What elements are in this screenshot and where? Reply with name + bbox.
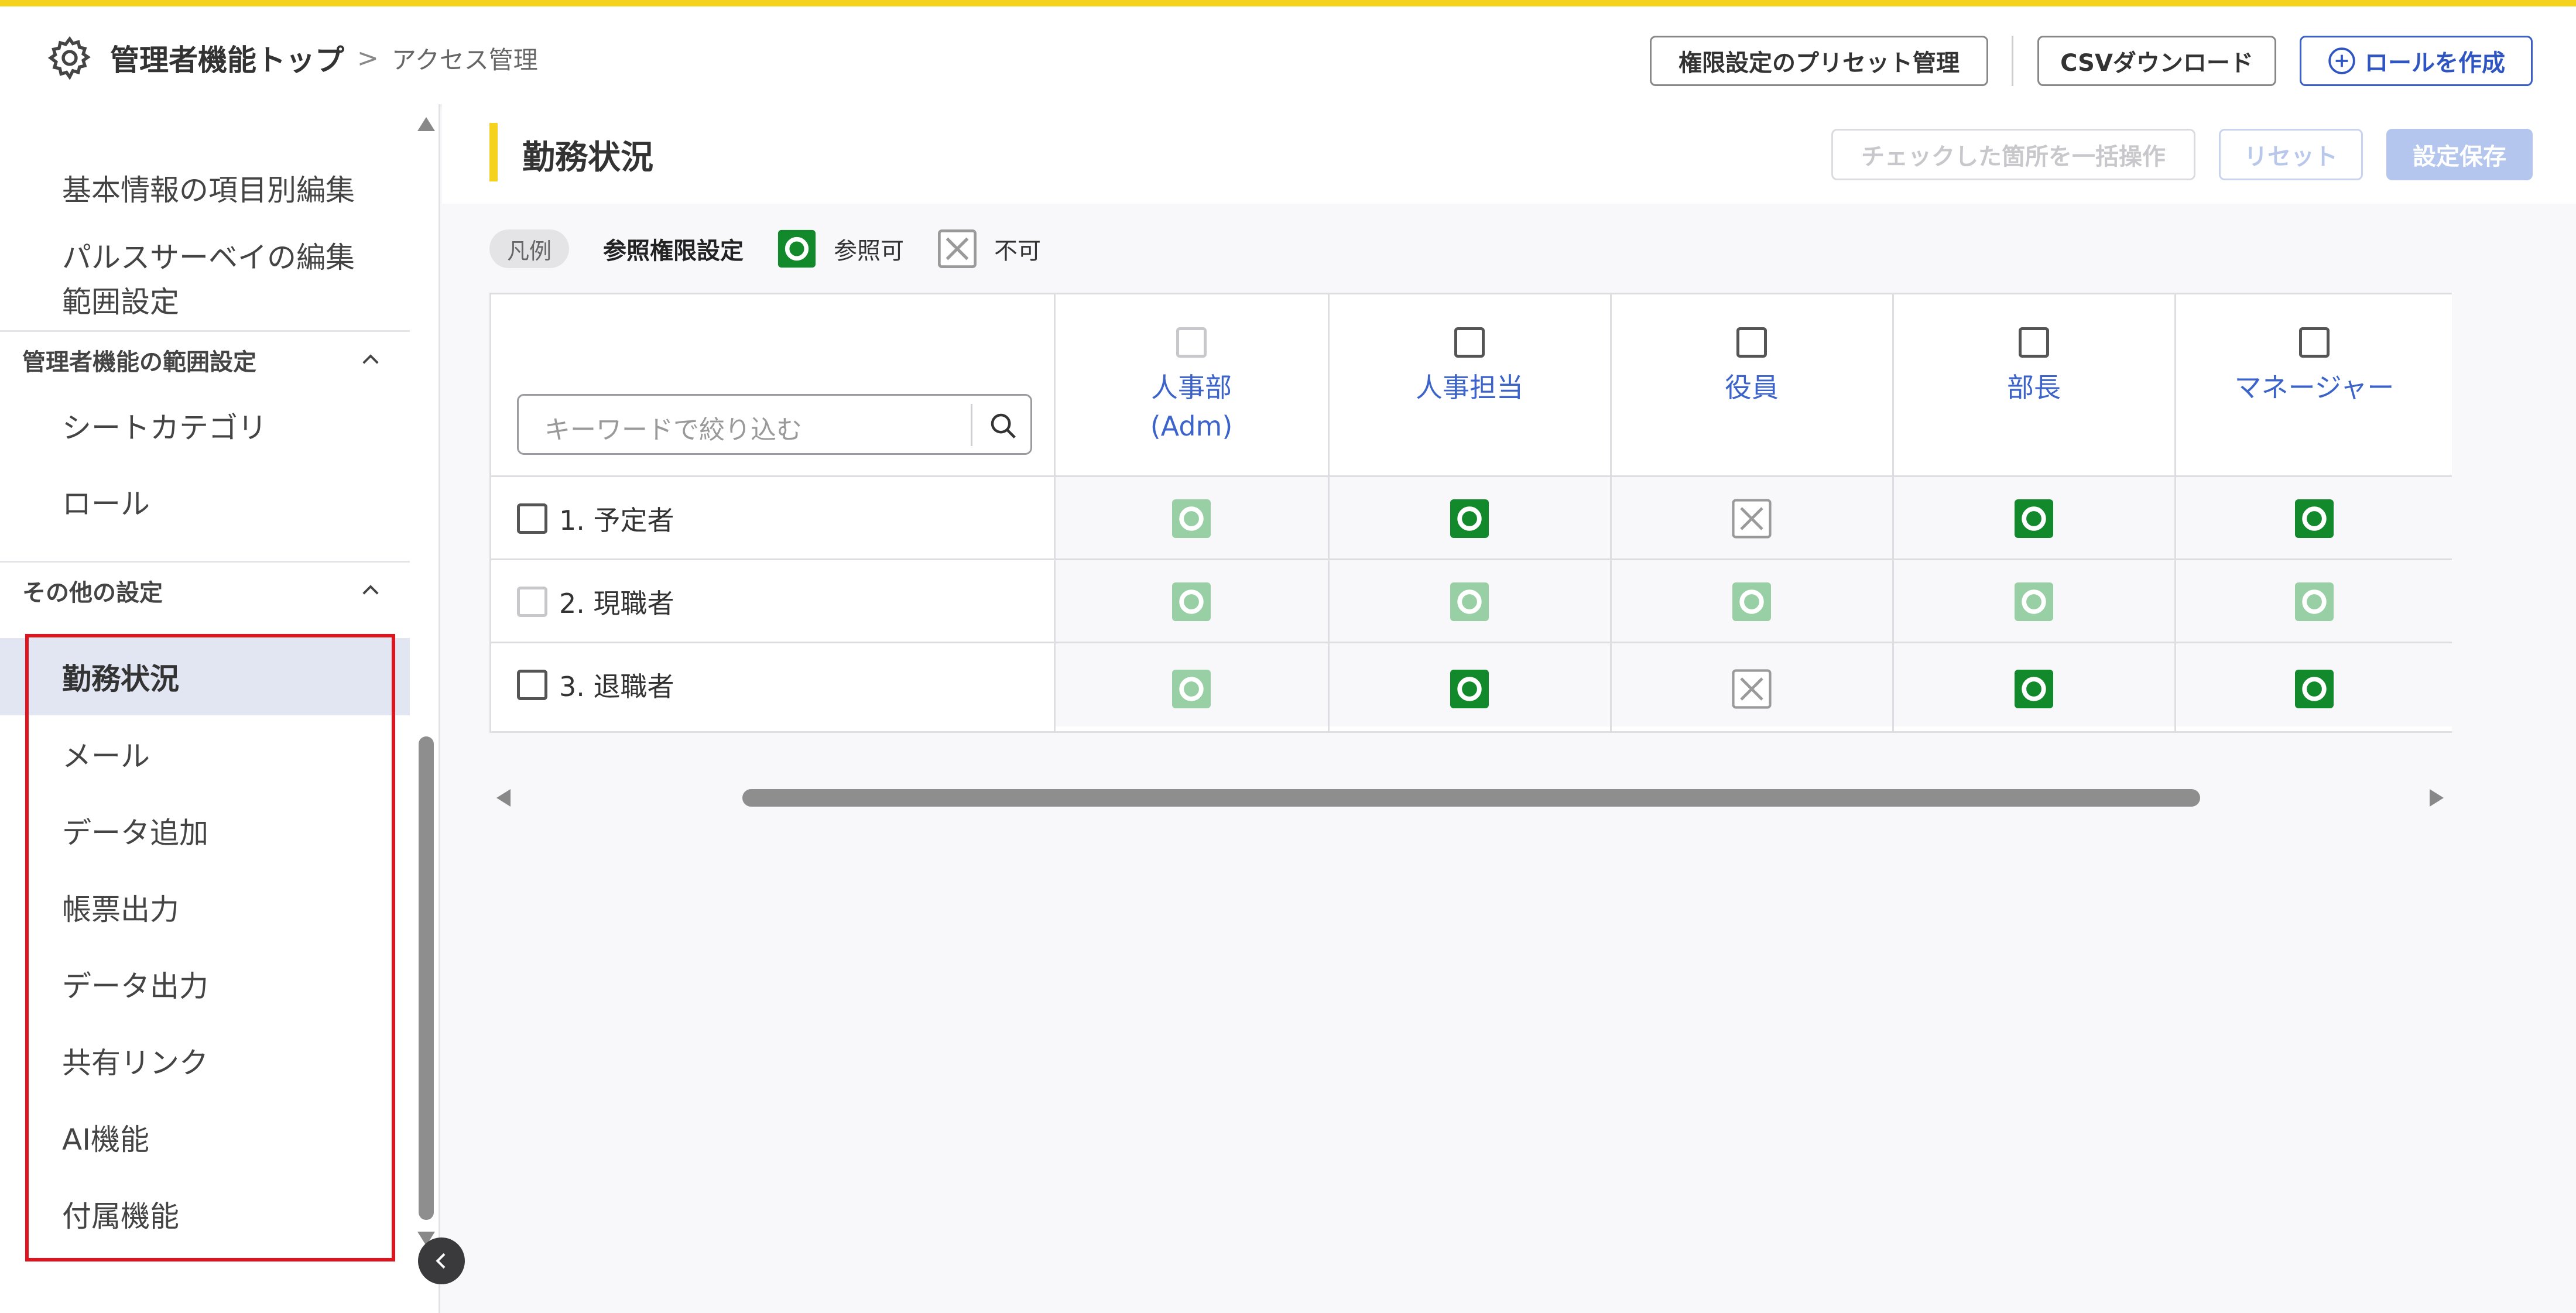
role-name-link[interactable]: 部長 — [2007, 368, 2061, 407]
role-column-header: 人事部 (Adm) — [1054, 294, 1328, 477]
role-column-header: マネージャー — [2175, 294, 2452, 477]
legend-deny-text: 不可 — [994, 238, 1042, 265]
create-role-label: ロールを作成 — [2365, 50, 2505, 77]
allow-icon[interactable] — [2293, 668, 2335, 710]
column-select-checkbox[interactable] — [1176, 327, 1207, 358]
sidebar-divider — [0, 561, 410, 563]
scroll-up-arrow[interactable] — [417, 117, 435, 131]
gear-icon[interactable] — [46, 34, 94, 82]
allow-disabled-icon — [1170, 498, 1212, 540]
sidebar-item-role[interactable]: ロール — [0, 464, 410, 540]
row-select-checkbox[interactable] — [517, 670, 547, 700]
breadcrumb-separator: > — [357, 43, 379, 73]
role-name-link[interactable]: 役員 — [1725, 368, 1779, 407]
preset-management-button[interactable]: 権限設定のプリセット管理 — [1650, 36, 1988, 86]
chevron-left-icon — [436, 1253, 446, 1269]
create-role-button[interactable]: ロールを作成 — [2300, 36, 2533, 86]
scroll-left-arrow[interactable] — [496, 789, 511, 807]
allow-disabled-icon — [2013, 581, 2055, 623]
column-select-checkbox[interactable] — [2019, 327, 2049, 358]
sidebar-item-pulse-survey-range[interactable]: パルスサーベイの編集範囲設定 — [0, 227, 410, 332]
role-column-header: 人事担当 — [1328, 294, 1611, 477]
sidebar-section-title: その他の設定 — [22, 580, 163, 606]
page-title: 勤務状況 — [522, 139, 653, 177]
allow-disabled-icon — [2293, 581, 2335, 623]
deny-icon — [938, 229, 977, 268]
top-bar: 管理者機能トップ > アクセス管理 権限設定のプリセット管理 CSVダウンロード… — [0, 0, 2576, 104]
allow-disabled-icon — [1448, 581, 1491, 623]
allow-icon[interactable] — [2013, 668, 2055, 710]
allow-icon[interactable] — [2293, 498, 2335, 540]
role-column-header: 部長 — [1893, 294, 2175, 477]
row-label: 2. 現職者 — [517, 560, 674, 643]
search-icon[interactable] — [987, 410, 1019, 441]
title-accent-bar — [489, 123, 498, 181]
csv-download-button[interactable]: CSVダウンロード — [2037, 36, 2276, 86]
allow-icon[interactable] — [2013, 498, 2055, 540]
allow-icon[interactable] — [1448, 668, 1491, 710]
search-divider — [971, 404, 972, 446]
keyword-filter-input[interactable]: キーワードで絞り込む — [517, 394, 1032, 455]
row-label-text: 1. 予定者 — [559, 505, 674, 536]
sidebar-scrollbar-thumb[interactable] — [419, 736, 434, 1220]
allow-disabled-icon — [1170, 668, 1212, 710]
table-row-divider — [491, 558, 2452, 560]
legend-label: 参照権限設定 — [603, 238, 744, 265]
role-name-link[interactable]: 人事担当 — [1416, 368, 1523, 407]
chevron-up-icon — [362, 354, 379, 364]
chevron-up-icon — [362, 585, 379, 595]
save-settings-button[interactable]: 設定保存 — [2386, 129, 2533, 180]
allow-icon — [777, 229, 816, 268]
allow-disabled-icon — [1170, 581, 1212, 623]
sidebar-divider — [0, 330, 410, 332]
column-select-checkbox[interactable] — [1454, 327, 1485, 358]
column-select-checkbox[interactable] — [2299, 327, 2330, 358]
search-placeholder: キーワードで絞り込む — [544, 415, 802, 445]
table-horizontal-scrollbar-thumb[interactable] — [742, 789, 2200, 807]
deny-icon[interactable] — [1731, 668, 1773, 710]
row-label-text: 3. 退職者 — [559, 671, 674, 702]
row-label: 3. 退職者 — [517, 643, 674, 726]
allow-icon[interactable] — [1448, 498, 1491, 540]
row-label-text: 2. 現職者 — [559, 588, 674, 619]
row-select-checkbox[interactable] — [517, 503, 547, 534]
allow-disabled-icon — [1731, 581, 1773, 623]
deny-icon[interactable] — [1731, 498, 1773, 540]
sidebar-section-admin-range[interactable]: 管理者機能の範囲設定 — [0, 334, 410, 386]
role-name-link[interactable]: マネージャー — [2235, 368, 2395, 407]
bulk-action-button[interactable]: チェックした箇所を一括操作 — [1831, 129, 2195, 180]
column-select-checkbox[interactable] — [1736, 327, 1767, 358]
header-divider — [2012, 36, 2013, 86]
sidebar-section-other-settings[interactable]: その他の設定 — [0, 564, 410, 617]
highlight-box — [25, 634, 395, 1261]
legend: 凡例 参照権限設定 参照可 不可 — [489, 229, 1041, 268]
table-row-divider — [491, 642, 2452, 643]
sidebar-item-basic-info-edit[interactable]: 基本情報の項目別編集 — [0, 149, 410, 227]
breadcrumb-current: アクセス管理 — [391, 45, 538, 74]
plus-circle-icon — [2328, 47, 2355, 74]
sidebar-section-title: 管理者機能の範囲設定 — [22, 349, 256, 376]
collapse-sidebar-button[interactable] — [418, 1237, 465, 1284]
scroll-right-arrow[interactable] — [2430, 789, 2444, 807]
permission-table: キーワードで絞り込む 人事部 (Adm) 人事担当 役員 部長 マネージャー 1. 予定者… — [489, 293, 2452, 733]
role-column-header: 役員 — [1611, 294, 1893, 477]
legend-allow-text: 参照可 — [834, 238, 905, 265]
breadcrumb-home-link[interactable]: 管理者機能トップ — [110, 37, 344, 79]
legend-tag: 凡例 — [489, 229, 570, 268]
breadcrumb: 管理者機能トップ > アクセス管理 — [46, 34, 538, 82]
sidebar-item-sheet-category[interactable]: シートカテゴリ — [0, 388, 410, 464]
row-label: 1. 予定者 — [517, 477, 674, 560]
reset-button[interactable]: リセット — [2219, 129, 2363, 180]
role-name-link[interactable]: 人事部 (Adm) — [1150, 368, 1233, 445]
row-select-checkbox[interactable] — [517, 587, 547, 617]
